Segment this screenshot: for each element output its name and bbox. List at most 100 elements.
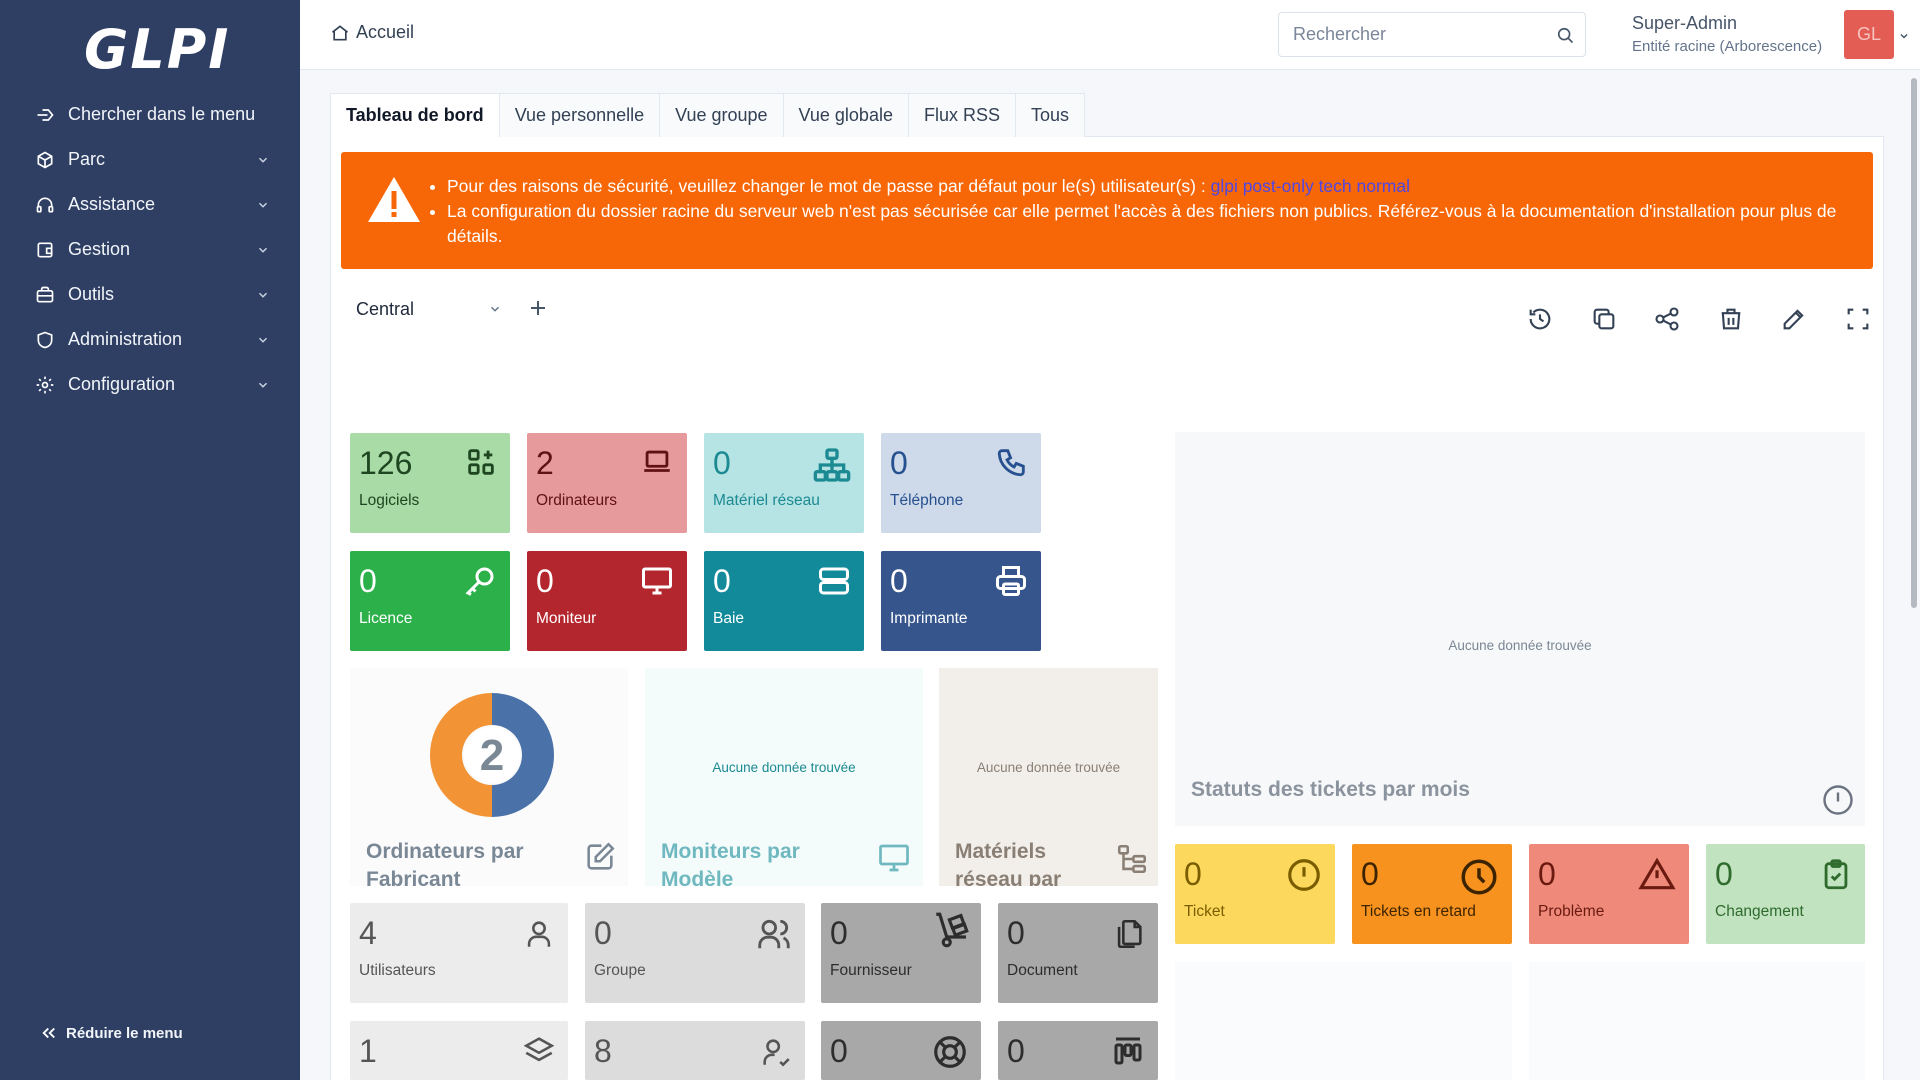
alert-users-link[interactable]: glpi post-only tech normal xyxy=(1211,176,1410,196)
card-materiel-reseau[interactable]: 0 Matériel réseau xyxy=(704,433,864,533)
user-info[interactable]: Super-Admin Entité racine (Arborescence) xyxy=(1632,13,1822,55)
trash-icon xyxy=(1721,308,1740,330)
sidebar-item-label: Parc xyxy=(68,149,106,169)
card-label: Moniteur xyxy=(536,610,597,627)
dolly-icon xyxy=(936,912,969,948)
laptop-icon xyxy=(644,450,670,472)
fullscreen-button[interactable] xyxy=(1838,302,1878,336)
no-data-text: Aucune donnée trouvée xyxy=(712,760,856,775)
card-row4-c[interactable]: 0 xyxy=(821,1021,981,1080)
breadcrumb[interactable]: Accueil xyxy=(330,22,414,43)
card-document[interactable]: 0 Document xyxy=(998,903,1158,1003)
card-row4-b[interactable]: 8 xyxy=(585,1021,805,1080)
glpi-logo[interactable]: GLPI xyxy=(84,18,228,81)
card-value: 0 xyxy=(1538,856,1556,892)
card-value: 0 xyxy=(594,915,612,951)
chevron-down-icon xyxy=(256,288,270,302)
card-label: Imprimante xyxy=(890,610,968,627)
tab-vue-globale[interactable]: Vue globale xyxy=(782,93,909,137)
widget-title: Matériels réseau par xyxy=(955,840,1062,886)
warning-icon xyxy=(368,177,420,222)
no-data-text: Aucune donnée trouvée xyxy=(976,760,1121,775)
pencil-icon xyxy=(1783,309,1804,330)
double-chevron-left-icon xyxy=(42,1027,55,1039)
card-value: 0 xyxy=(830,915,848,951)
card-label: Baie xyxy=(713,610,745,627)
widget-ordinateurs-fabricant[interactable]: 2 Ordinateurs par Fabricant xyxy=(350,668,628,886)
lifebuoy-icon xyxy=(934,1036,966,1068)
card-value: 0 xyxy=(830,1033,848,1069)
widget-moniteurs-modele[interactable]: Aucune donnée trouvée Moniteurs par Modè… xyxy=(645,668,923,886)
card-groupe[interactable]: 0 Groupe xyxy=(585,903,805,1003)
card-ordinateurs[interactable]: 2 Ordinateurs xyxy=(527,433,687,533)
sidebar-item-gestion[interactable]: Gestion xyxy=(0,227,300,272)
page-scrollbar[interactable] xyxy=(1911,78,1917,608)
card-ticket[interactable]: 0 Ticket xyxy=(1175,844,1335,944)
chevron-down-icon xyxy=(256,378,270,392)
collapse-menu-button[interactable]: Réduire le menu xyxy=(40,1024,183,1042)
avatar[interactable]: GL xyxy=(1844,10,1894,59)
card-label: Ticket xyxy=(1184,903,1225,920)
sidebar-item-configuration[interactable]: Configuration xyxy=(0,362,300,407)
widget-materiels-reseau[interactable]: Aucune donnée trouvée Matériels réseau p… xyxy=(939,668,1158,886)
card-value: 8 xyxy=(594,1033,612,1069)
card-probleme[interactable]: 0 Problème xyxy=(1529,844,1689,944)
card-tickets-retard[interactable]: 0 Tickets en retard xyxy=(1352,844,1512,944)
sidebar-item-label: Assistance xyxy=(68,194,156,214)
card-imprimante[interactable]: 0 Imprimante xyxy=(881,551,1041,651)
share-icon xyxy=(1655,307,1679,331)
tab-flux-rss[interactable]: Flux RSS xyxy=(907,93,1016,137)
sidebar-item-administration[interactable]: Administration xyxy=(0,317,300,362)
arrow-right-icon xyxy=(34,104,56,126)
sidebar-item-label: Gestion xyxy=(68,239,131,259)
card-utilisateurs[interactable]: 4 Utilisateurs xyxy=(350,903,568,1003)
copy-icon xyxy=(1593,308,1614,330)
widget-statuts-tickets[interactable]: Aucune donnée trouvée Statuts des ticket… xyxy=(1175,432,1865,826)
history-button[interactable] xyxy=(1520,302,1560,336)
chevron-down-icon[interactable] xyxy=(1898,30,1910,42)
widget-title: Ordinateurs par Fabricant xyxy=(366,840,524,886)
sidebar-item-label: Chercher dans le menu xyxy=(68,104,256,124)
tab-tableau-de-bord[interactable]: Tableau de bord xyxy=(330,93,500,137)
card-label: Problème xyxy=(1538,903,1605,920)
clone-button[interactable] xyxy=(1584,302,1624,336)
card-value: 0 xyxy=(536,563,554,599)
tab-vue-groupe[interactable]: Vue groupe xyxy=(659,93,784,137)
card-moniteur[interactable]: 0 Moniteur xyxy=(527,551,687,651)
no-data-text: Aucune donnée trouvée xyxy=(1448,638,1592,653)
sidebar-item-assistance[interactable]: Assistance xyxy=(0,182,300,227)
printer-icon xyxy=(996,566,1026,596)
card-telephone[interactable]: 0 Téléphone xyxy=(881,433,1041,533)
search-box xyxy=(1278,12,1586,57)
card-logiciels[interactable]: 126 Logiciels xyxy=(350,433,510,533)
sidebar-item-outils[interactable]: Outils xyxy=(0,272,300,317)
dashboard-select[interactable]: Central xyxy=(342,289,512,329)
card-changement[interactable]: 0 Changement xyxy=(1706,844,1865,944)
layers-icon xyxy=(523,1037,555,1062)
add-dashboard-icon[interactable] xyxy=(526,296,550,320)
card-licence[interactable]: 0 Licence xyxy=(350,551,510,651)
tab-tous[interactable]: Tous xyxy=(1015,93,1086,137)
sidebar-item-parc[interactable]: Parc xyxy=(0,137,300,182)
sidebar-menu: Chercher dans le menu Parc Assistance Ge… xyxy=(0,92,300,407)
card-fournisseur[interactable]: 0 Fournisseur xyxy=(821,903,981,1003)
search-input[interactable] xyxy=(1279,13,1545,56)
card-row4-a[interactable]: 1 xyxy=(350,1021,568,1080)
kanban-icon xyxy=(1114,1037,1142,1065)
phone-icon xyxy=(997,449,1025,477)
search-icon[interactable] xyxy=(1545,25,1585,45)
card-label: Téléphone xyxy=(890,492,964,509)
tab-vue-personnelle[interactable]: Vue personnelle xyxy=(498,93,661,137)
card-value: 2 xyxy=(536,445,554,481)
card-value: 4 xyxy=(359,915,377,951)
share-button[interactable] xyxy=(1647,302,1687,336)
breadcrumb-home[interactable]: Accueil xyxy=(356,22,414,43)
card-value: 0 xyxy=(890,563,908,599)
edit-icon xyxy=(587,842,615,870)
card-row4-d[interactable]: 0 xyxy=(998,1021,1158,1080)
edit-button[interactable] xyxy=(1774,302,1814,336)
sidebar: GLPI Chercher dans le menu Parc Assistan… xyxy=(0,0,300,1080)
delete-button[interactable] xyxy=(1711,302,1751,336)
sidebar-item-search-menu[interactable]: Chercher dans le menu xyxy=(0,92,300,137)
card-baie[interactable]: 0 Baie xyxy=(704,551,864,651)
